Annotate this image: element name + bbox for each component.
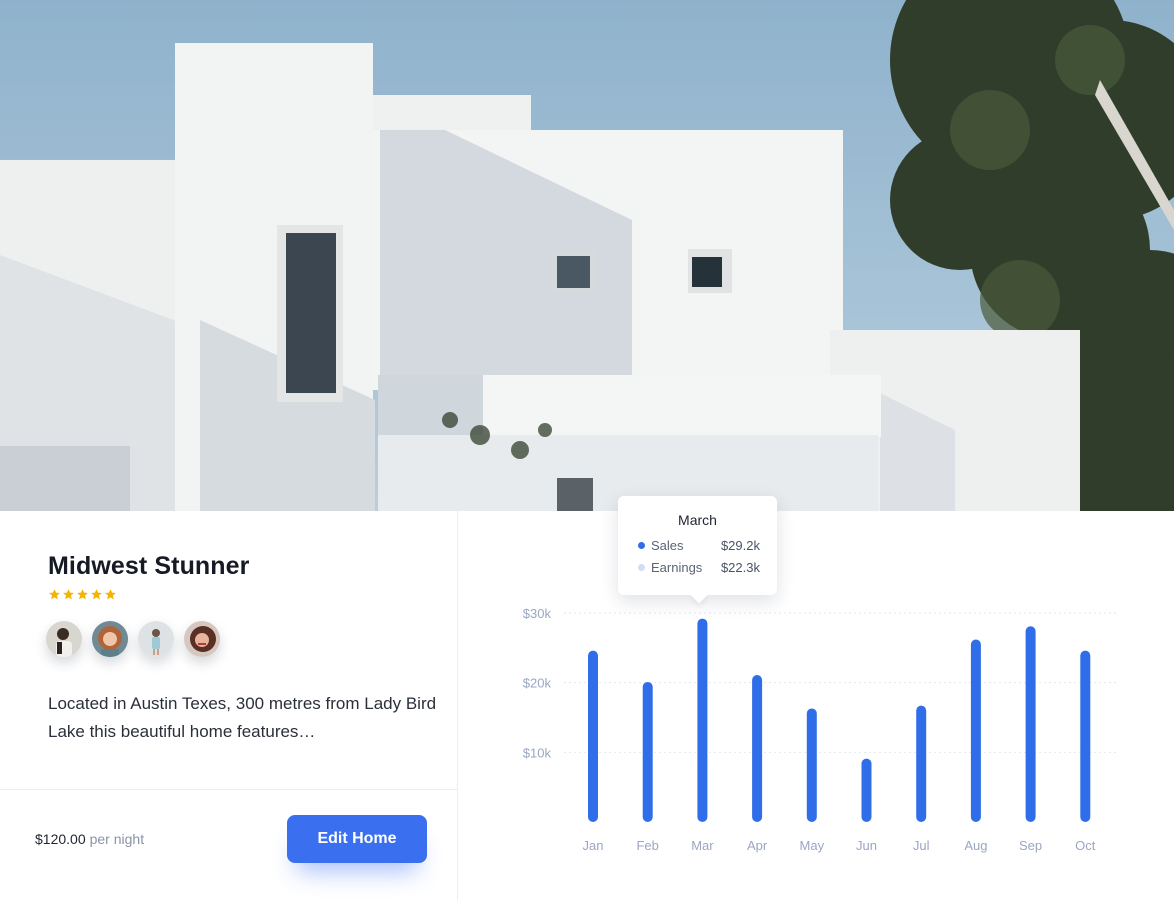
guest-avatars (46, 621, 220, 657)
x-tick-label: Mar (691, 838, 714, 853)
avatar[interactable] (138, 621, 174, 657)
star-icon (63, 589, 74, 600)
rating-stars (48, 588, 117, 601)
sales-chart: $10k $20k $30k Jan Feb Mar Apr May Jun Jul Aug Sep O… (459, 511, 1174, 900)
star-icon (77, 589, 88, 600)
hero-house-photo (0, 0, 1174, 511)
x-tick-label: Aug (964, 838, 987, 853)
chart-tooltip: March Sales $29.2k Earnings $22.3k (618, 496, 777, 595)
tooltip-earnings-label: Earnings (651, 560, 703, 575)
y-tick-label: $20k (523, 676, 552, 691)
avatar[interactable] (46, 621, 82, 657)
star-icon (49, 589, 60, 600)
price-amount: $120.00 (35, 831, 86, 847)
edit-home-button[interactable]: Edit Home (287, 815, 427, 863)
tooltip-sales-label: Sales (651, 538, 684, 553)
listing-title: Midwest Stunner (48, 552, 250, 580)
price-label: $120.00 per night (35, 831, 144, 847)
listing-description: Located in Austin Texes, 300 metres from… (48, 694, 437, 741)
star-icon (105, 589, 116, 600)
x-tick-label: Feb (636, 838, 658, 853)
tooltip-earnings-value: $22.3k (720, 560, 760, 575)
star-icon (91, 589, 102, 600)
price-suffix: per night (89, 831, 145, 847)
divider (0, 789, 458, 790)
sales-dot-icon (638, 542, 645, 549)
tooltip-row-earnings: Earnings $22.3k (638, 560, 760, 575)
x-tick-label: May (800, 838, 825, 853)
avatar[interactable] (184, 621, 220, 657)
tooltip-sales-value: $29.2k (720, 538, 760, 553)
y-tick-label: $10k (523, 745, 552, 760)
x-tick-label: Jul (913, 838, 930, 853)
bar-chart: $10k $20k $30k Jan Feb Mar Apr May Jun Jul Aug Sep O… (523, 606, 1119, 853)
x-tick-label: Jan (583, 838, 604, 853)
earnings-dot-icon (638, 564, 645, 571)
x-tick-label: Jun (856, 838, 877, 853)
tooltip-month: March (678, 512, 717, 528)
tooltip-row-sales: Sales $29.2k (638, 538, 760, 553)
x-tick-label: Oct (1075, 838, 1096, 853)
avatar[interactable] (92, 621, 128, 657)
x-tick-label: Sep (1019, 838, 1042, 853)
listing-card: Midwest Stunner Located in Austin Texes,… (0, 511, 458, 900)
y-tick-label: $30k (523, 606, 552, 621)
x-tick-label: Apr (747, 838, 768, 853)
